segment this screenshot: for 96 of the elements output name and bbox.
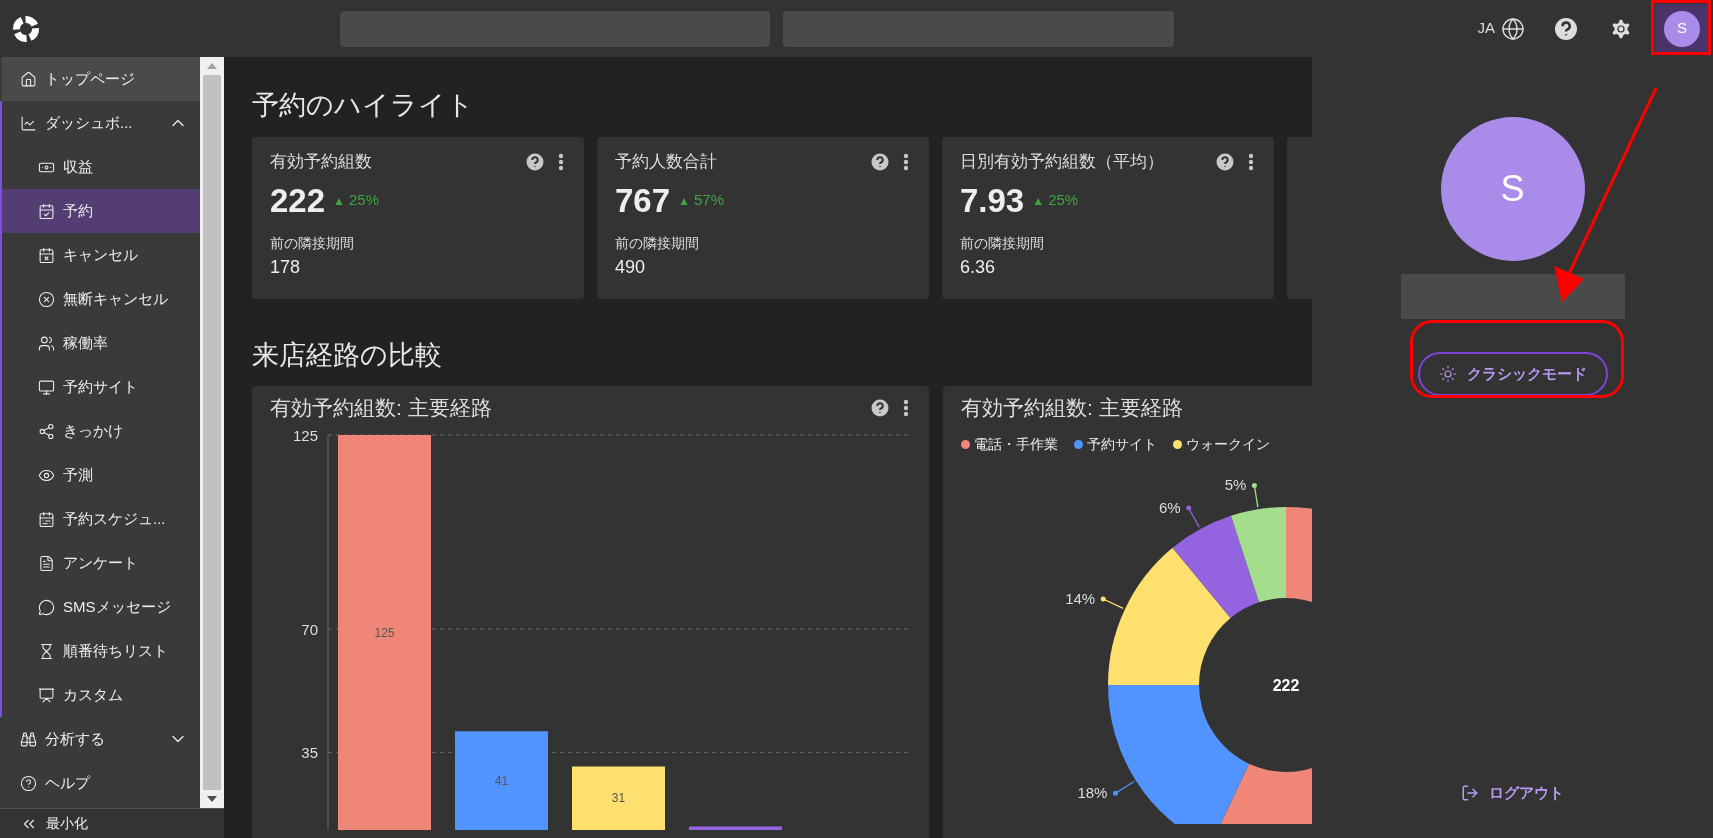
leader-line <box>1186 505 1200 528</box>
logo-icon[interactable] <box>12 14 40 43</box>
calendar-x-icon <box>38 246 55 264</box>
metric-value: 767 <box>615 180 671 221</box>
nav-item[interactable]: トップページ <box>2 57 200 101</box>
language-selector[interactable]: JA <box>1477 16 1525 41</box>
help-icon <box>20 774 37 792</box>
avatar: S <box>1664 10 1700 47</box>
legend-label[interactable]: ウォークイン <box>1186 433 1270 455</box>
highlight-frame <box>1651 0 1711 55</box>
nav-item[interactable]: ダッシュボ... <box>2 101 200 145</box>
globe-icon <box>1501 16 1525 41</box>
trend-arrow: ▲ <box>333 192 345 210</box>
help-icon[interactable] <box>1216 152 1234 171</box>
leader-line <box>1112 780 1135 796</box>
slice-percent-label: 6% <box>1159 499 1181 516</box>
donut-center-value: 222 <box>1272 677 1300 694</box>
circle-x-icon <box>38 290 55 308</box>
chart-board-icon <box>38 686 55 704</box>
slice-percent-label: 18% <box>1077 784 1108 802</box>
previous-period-value: 490 <box>615 255 647 279</box>
help-icon[interactable] <box>871 399 889 417</box>
more-options-icon[interactable] <box>558 152 564 171</box>
nav-subitem[interactable]: キャンセル <box>2 233 200 277</box>
metric-value: 222 <box>270 180 326 221</box>
trend-arrow: ▲ <box>1032 192 1045 210</box>
scroll-down-icon[interactable] <box>207 796 217 802</box>
leader-line <box>1100 596 1124 609</box>
monitor-icon <box>38 378 55 396</box>
card-title: 日別有効予約組数（平均） <box>960 151 1165 173</box>
section-title: 来店経路の比較 <box>252 339 443 372</box>
help-icon[interactable] <box>1554 16 1578 41</box>
calendar-icon <box>38 510 55 528</box>
more-options-icon[interactable] <box>903 152 909 171</box>
nav-subitem[interactable]: きっかけ <box>2 409 200 453</box>
nav-subitem[interactable]: 稼働率 <box>2 321 200 365</box>
logout-icon <box>1461 783 1479 802</box>
avatar: S <box>1440 117 1585 261</box>
axis-tick-label: 70 <box>301 620 318 638</box>
nav-subitem[interactable]: 収益 <box>2 145 200 189</box>
people-icon <box>38 334 55 352</box>
nav-subitem[interactable]: カスタム <box>2 673 200 717</box>
minimize-button[interactable]: 最小化 <box>0 808 224 838</box>
scrollbar[interactable] <box>200 57 224 808</box>
section-title: 予約のハイライト <box>252 89 475 122</box>
help-icon[interactable] <box>871 152 889 171</box>
calendar-check-icon <box>38 202 55 220</box>
nodes-icon <box>38 422 55 440</box>
legend-label[interactable]: 電話・手作業 <box>974 433 1058 455</box>
card-title: 有効予約組数 <box>270 151 373 173</box>
trend-change: 25% <box>348 190 379 211</box>
logout-link[interactable]: ログアウト <box>1461 781 1564 804</box>
slice-percent-label: 5% <box>1224 476 1247 494</box>
previous-period-label: 前の隣接期間 <box>615 233 700 253</box>
card-title: 予約人数合計 <box>615 151 718 173</box>
more-options-icon[interactable] <box>903 399 909 417</box>
sun-icon <box>1438 365 1457 383</box>
slice-percent-label: 14% <box>1065 590 1096 607</box>
binoculars-icon <box>20 730 37 748</box>
settings-icon[interactable] <box>1609 16 1633 41</box>
previous-period-value: 178 <box>270 255 302 279</box>
hourglass-icon <box>38 642 55 660</box>
legend-label[interactable]: 予約サイト <box>1087 433 1157 455</box>
trend-arrow: ▲ <box>678 192 690 210</box>
trend-change: 25% <box>1048 190 1079 211</box>
bar-value-label: 125 <box>374 625 395 640</box>
nav-subitem[interactable]: 予約スケジュ... <box>2 497 200 541</box>
bar-value-label: 31 <box>611 791 626 806</box>
nav-subitem[interactable]: アンケート <box>2 541 200 585</box>
nav-subitem[interactable]: 予約サイト <box>2 365 200 409</box>
home-icon <box>20 70 37 88</box>
line-chart-icon <box>20 114 37 132</box>
axis-tick-label: 35 <box>301 744 318 762</box>
nav-item[interactable]: ヘルプ <box>2 761 200 805</box>
scrollbar-thumb[interactable] <box>203 75 221 790</box>
nav-subitem[interactable]: 無断キャンセル <box>2 277 200 321</box>
more-options-icon[interactable] <box>1248 152 1254 171</box>
axis-tick-label: 125 <box>292 427 318 444</box>
trend-change: 57% <box>693 190 724 211</box>
nav-subitem[interactable]: 順番待ちリスト <box>2 629 200 673</box>
nav-subitem[interactable]: 予約 <box>2 189 200 233</box>
nav-subitem[interactable]: SMSメッセージ <box>2 585 200 629</box>
previous-period-label: 前の隣接期間 <box>270 233 355 253</box>
chart-title: 有効予約組数: 主要経路 <box>961 395 1183 422</box>
metric-value: 7.93 <box>960 180 1025 221</box>
document-icon <box>38 554 55 572</box>
theme-mode-button[interactable]: クラシックモード <box>1417 352 1608 396</box>
leader-line <box>1251 483 1259 508</box>
nav-subitem[interactable]: 予測 <box>2 453 200 497</box>
previous-period-label: 前の隣接期間 <box>960 233 1045 253</box>
chart-title: 有効予約組数: 主要経路 <box>270 395 492 422</box>
previous-period-value: 6.36 <box>960 255 997 279</box>
nav-item[interactable]: 分析する <box>2 717 200 761</box>
speech-bubble-icon <box>38 598 55 616</box>
help-icon[interactable] <box>526 152 544 171</box>
bar-value-label: 41 <box>494 773 509 788</box>
